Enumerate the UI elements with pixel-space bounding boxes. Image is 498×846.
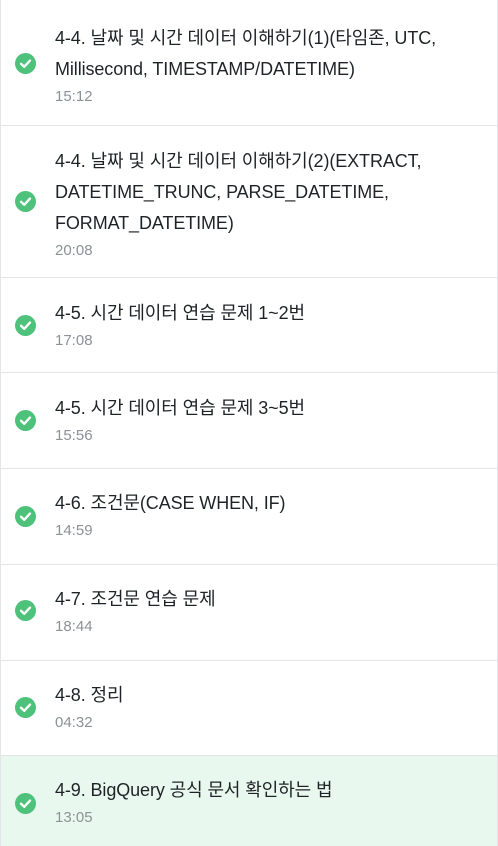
lesson-title-line: 4-6. 조건문(CASE WHEN, IF)	[55, 493, 286, 513]
lesson-text: 4-6. 조건문(CASE WHEN, IF) 14:59	[55, 488, 479, 542]
lesson-item[interactable]: 4-4. 날짜 및 시간 데이터 이해하기(1)(타임존, UTC, Milli…	[1, 0, 497, 126]
lesson-text: 4-5. 시간 데이터 연습 문제 1~2번 17:08	[55, 298, 479, 352]
lesson-duration: 17:08	[55, 332, 93, 349]
lesson-item[interactable]: 4-6. 조건문(CASE WHEN, IF) 14:59	[1, 469, 497, 565]
lesson-title: 4-8. 정리	[55, 680, 479, 711]
lesson-title-line: 4-5. 시간 데이터 연습 문제 1~2번	[55, 303, 305, 323]
lesson-title: 4-5. 시간 데이터 연습 문제 3~5번	[55, 393, 479, 424]
lesson-title-line: 4-4. 날짜 및 시간 데이터 이해하기(1)(타임존, UTC,	[55, 28, 437, 48]
lesson-text: 4-7. 조건문 연습 문제 18:44	[55, 584, 479, 638]
lesson-duration: 13:05	[55, 809, 93, 826]
lesson-text: 4-8. 정리 04:32	[55, 680, 479, 734]
check-circle-icon	[15, 600, 36, 621]
lesson-title-line: 4-7. 조건문 연습 문제	[55, 589, 216, 609]
check-circle-icon	[15, 793, 36, 814]
check-circle-icon	[15, 315, 36, 336]
check-circle-icon	[15, 191, 36, 212]
check-circle-icon	[15, 506, 36, 527]
lesson-title-line: DATETIME_TRUNC, PARSE_DATETIME,	[55, 182, 389, 202]
check-circle-icon	[15, 697, 36, 718]
lesson-title-line: 4-9. BigQuery 공식 문서 확인하는 법	[55, 780, 333, 800]
lesson-duration: 15:12	[55, 88, 93, 105]
lesson-title: 4-5. 시간 데이터 연습 문제 1~2번	[55, 298, 479, 329]
lesson-title-line: 4-4. 날짜 및 시간 데이터 이해하기(2)(EXTRACT,	[55, 151, 422, 171]
lesson-title-line: 4-8. 정리	[55, 685, 124, 705]
lesson-item-active[interactable]: 4-9. BigQuery 공식 문서 확인하는 법 13:05	[1, 756, 497, 846]
lesson-text: 4-5. 시간 데이터 연습 문제 3~5번 15:56	[55, 393, 479, 447]
check-circle-icon	[15, 410, 36, 431]
lesson-duration: 14:59	[55, 522, 93, 539]
lesson-title-line: FORMAT_DATETIME)	[55, 213, 234, 233]
lesson-title: 4-4. 날짜 및 시간 데이터 이해하기(2)(EXTRACT, DATETI…	[55, 146, 479, 239]
lesson-item[interactable]: 4-7. 조건문 연습 문제 18:44	[1, 565, 497, 661]
check-circle-icon	[15, 53, 36, 74]
lesson-text: 4-4. 날짜 및 시간 데이터 이해하기(2)(EXTRACT, DATETI…	[55, 146, 479, 262]
lesson-text: 4-9. BigQuery 공식 문서 확인하는 법 13:05	[55, 775, 479, 829]
lesson-item[interactable]: 4-5. 시간 데이터 연습 문제 1~2번 17:08	[1, 278, 497, 373]
lesson-title: 4-6. 조건문(CASE WHEN, IF)	[55, 488, 479, 519]
lesson-title: 4-9. BigQuery 공식 문서 확인하는 법	[55, 775, 479, 806]
lesson-item[interactable]: 4-4. 날짜 및 시간 데이터 이해하기(2)(EXTRACT, DATETI…	[1, 126, 497, 278]
lesson-duration: 20:08	[55, 242, 93, 259]
lesson-item[interactable]: 4-5. 시간 데이터 연습 문제 3~5번 15:56	[1, 373, 497, 469]
lesson-item[interactable]: 4-8. 정리 04:32	[1, 661, 497, 756]
lesson-title: 4-4. 날짜 및 시간 데이터 이해하기(1)(타임존, UTC, Milli…	[55, 23, 479, 85]
lesson-list: 4-4. 날짜 및 시간 데이터 이해하기(1)(타임존, UTC, Milli…	[0, 0, 498, 846]
lesson-text: 4-4. 날짜 및 시간 데이터 이해하기(1)(타임존, UTC, Milli…	[55, 23, 479, 108]
lesson-title: 4-7. 조건문 연습 문제	[55, 584, 479, 615]
lesson-duration: 04:32	[55, 714, 93, 731]
lesson-title-line: Millisecond, TIMESTAMP/DATETIME)	[55, 59, 355, 79]
lesson-duration: 15:56	[55, 427, 93, 444]
lesson-duration: 18:44	[55, 618, 93, 635]
lesson-title-line: 4-5. 시간 데이터 연습 문제 3~5번	[55, 398, 305, 418]
